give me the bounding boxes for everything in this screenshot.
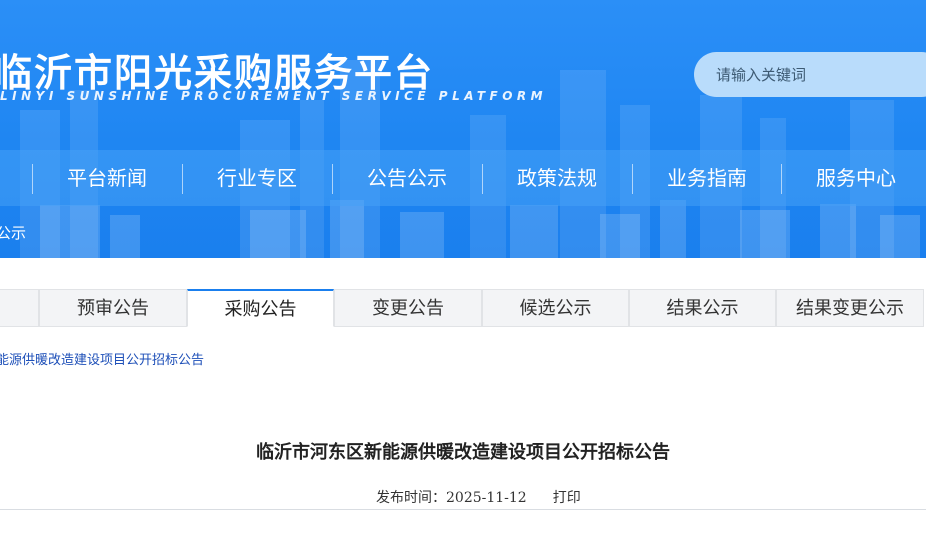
main-nav: 平台新闻 行业专区 公告公示 政策法规 业务指南 服务中心	[0, 150, 926, 206]
nav-item-policies[interactable]: 政策法规	[482, 150, 632, 206]
print-link[interactable]: 打印	[553, 490, 581, 506]
notice-breadcrumb-link[interactable]: 能源供暖改造建设项目公开招标公告	[0, 349, 204, 368]
tab-prev[interactable]	[0, 289, 39, 327]
tab-results[interactable]: 结果公示	[629, 289, 776, 327]
article-meta: 发布时间：2025-11-12 打印	[376, 487, 581, 507]
article-title: 临沂市河东区新能源供暖改造建设项目公开招标公告	[256, 442, 670, 463]
notice-tabs: 预审公告 采购公告 变更公告 候选公示 结果公示 结果变更公示	[0, 289, 926, 328]
nav-item-business-guide[interactable]: 业务指南	[632, 150, 782, 206]
tab-change[interactable]: 变更公告	[334, 289, 482, 327]
breadcrumb-current[interactable]: 公示	[0, 222, 26, 243]
publish-date: 2025-11-12	[446, 490, 527, 506]
nav-item-platform-news[interactable]: 平台新闻	[32, 150, 182, 206]
nav-item-service-center[interactable]: 服务中心	[781, 150, 926, 206]
search-input[interactable]	[694, 52, 916, 97]
site-subtitle: LINYI SUNSHINE PROCUREMENT SERVICE PLATF…	[0, 89, 548, 103]
nav-item-announcements[interactable]: 公告公示	[332, 150, 482, 206]
tab-procurement[interactable]: 采购公告	[187, 289, 334, 327]
publish-label: 发布时间：	[376, 490, 446, 506]
site-header: 临沂市阳光采购服务平台 LINYI SUNSHINE PROCUREMENT S…	[0, 0, 926, 258]
tab-candidates[interactable]: 候选公示	[482, 289, 629, 327]
search-box[interactable]	[694, 52, 926, 97]
tab-result-change[interactable]: 结果变更公示	[776, 289, 924, 327]
tab-prequalification[interactable]: 预审公告	[39, 289, 187, 327]
nav-item-industry-zone[interactable]: 行业专区	[182, 150, 332, 206]
divider	[0, 509, 926, 510]
city-skyline-decoration	[20, 60, 920, 258]
